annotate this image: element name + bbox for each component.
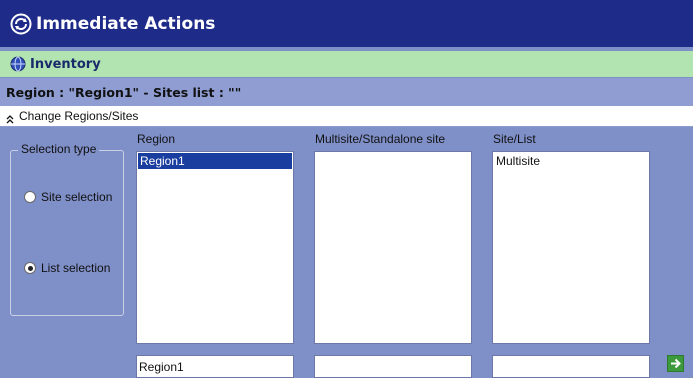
sitelist-input[interactable] — [492, 355, 650, 378]
inventory-breadcrumb[interactable]: Inventory — [0, 51, 693, 77]
chevron-up-icon — [5, 111, 15, 124]
sitelist-header: Site/List — [493, 132, 536, 146]
selection-type-group: Selection type Site selection List selec… — [10, 142, 124, 316]
context-text: Region : "Region1" - Sites list : "" — [6, 84, 242, 100]
site-selection-label: Site selection — [41, 190, 113, 204]
inventory-label: Inventory — [30, 56, 101, 72]
context-bar: Region : "Region1" - Sites list : "" — [0, 78, 693, 106]
list-selection-label: List selection — [41, 261, 111, 275]
app-logo-icon — [10, 13, 32, 35]
arrow-right-icon — [671, 358, 681, 369]
multisite-input[interactable] — [314, 355, 472, 378]
title-bar: Immediate Actions — [0, 0, 693, 47]
multisite-listbox[interactable] — [314, 151, 472, 344]
change-regions-label: Change Regions/Sites — [19, 109, 139, 123]
region-listbox[interactable]: Region1 — [136, 151, 294, 344]
radio-unchecked-icon — [24, 191, 36, 203]
list-selection-radio[interactable]: List selection — [24, 261, 110, 275]
sitelist-list-item[interactable]: Multisite — [494, 153, 648, 169]
region-list-item[interactable]: Region1 — [138, 153, 292, 169]
site-selection-radio[interactable]: Site selection — [24, 190, 112, 204]
change-regions-toggle[interactable]: Change Regions/Sites — [0, 106, 693, 127]
go-button[interactable] — [667, 355, 684, 372]
region-header: Region — [137, 132, 176, 146]
window-title: Immediate Actions — [36, 13, 216, 34]
radio-checked-icon — [24, 262, 36, 274]
selection-type-legend: Selection type — [18, 142, 100, 156]
sitelist-listbox[interactable]: Multisite — [492, 151, 650, 344]
multisite-header: Multisite/Standalone site — [315, 132, 446, 146]
info-globe-icon — [10, 56, 26, 72]
region-input[interactable] — [136, 355, 294, 378]
